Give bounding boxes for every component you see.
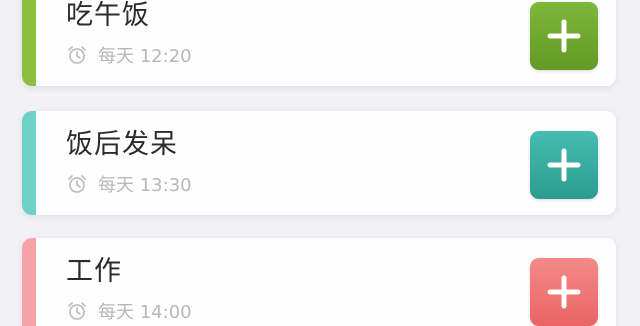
task-time: 每天 14:00 xyxy=(98,302,192,323)
alarm-clock-icon xyxy=(68,175,86,193)
plus-icon xyxy=(547,275,581,309)
add-button[interactable] xyxy=(530,2,598,70)
task-title: 吃午饭 xyxy=(66,0,150,31)
alarm-clock-icon xyxy=(68,302,86,320)
task-list: 吃午饭 每天 12:20 饭后发呆 每天 13:30 工作 每天 14:00 xyxy=(0,0,640,326)
task-time: 每天 12:20 xyxy=(98,46,192,67)
task-card[interactable]: 工作 每天 14:00 xyxy=(22,238,616,326)
task-time: 每天 13:30 xyxy=(98,175,192,196)
alarm-clock-icon xyxy=(68,46,86,64)
add-button[interactable] xyxy=(530,258,598,326)
task-card[interactable]: 吃午饭 每天 12:20 xyxy=(22,0,616,86)
task-schedule: 每天 12:20 xyxy=(66,44,192,67)
task-color-strip xyxy=(22,0,36,86)
task-card[interactable]: 饭后发呆 每天 13:30 xyxy=(22,111,616,215)
plus-icon xyxy=(547,19,581,53)
task-title: 饭后发呆 xyxy=(66,129,178,160)
task-color-strip xyxy=(22,111,36,215)
task-color-strip xyxy=(22,238,36,326)
task-schedule: 每天 13:30 xyxy=(66,173,192,196)
task-schedule: 每天 14:00 xyxy=(66,300,192,323)
plus-icon xyxy=(547,148,581,182)
task-title: 工作 xyxy=(66,256,122,287)
add-button[interactable] xyxy=(530,131,598,199)
